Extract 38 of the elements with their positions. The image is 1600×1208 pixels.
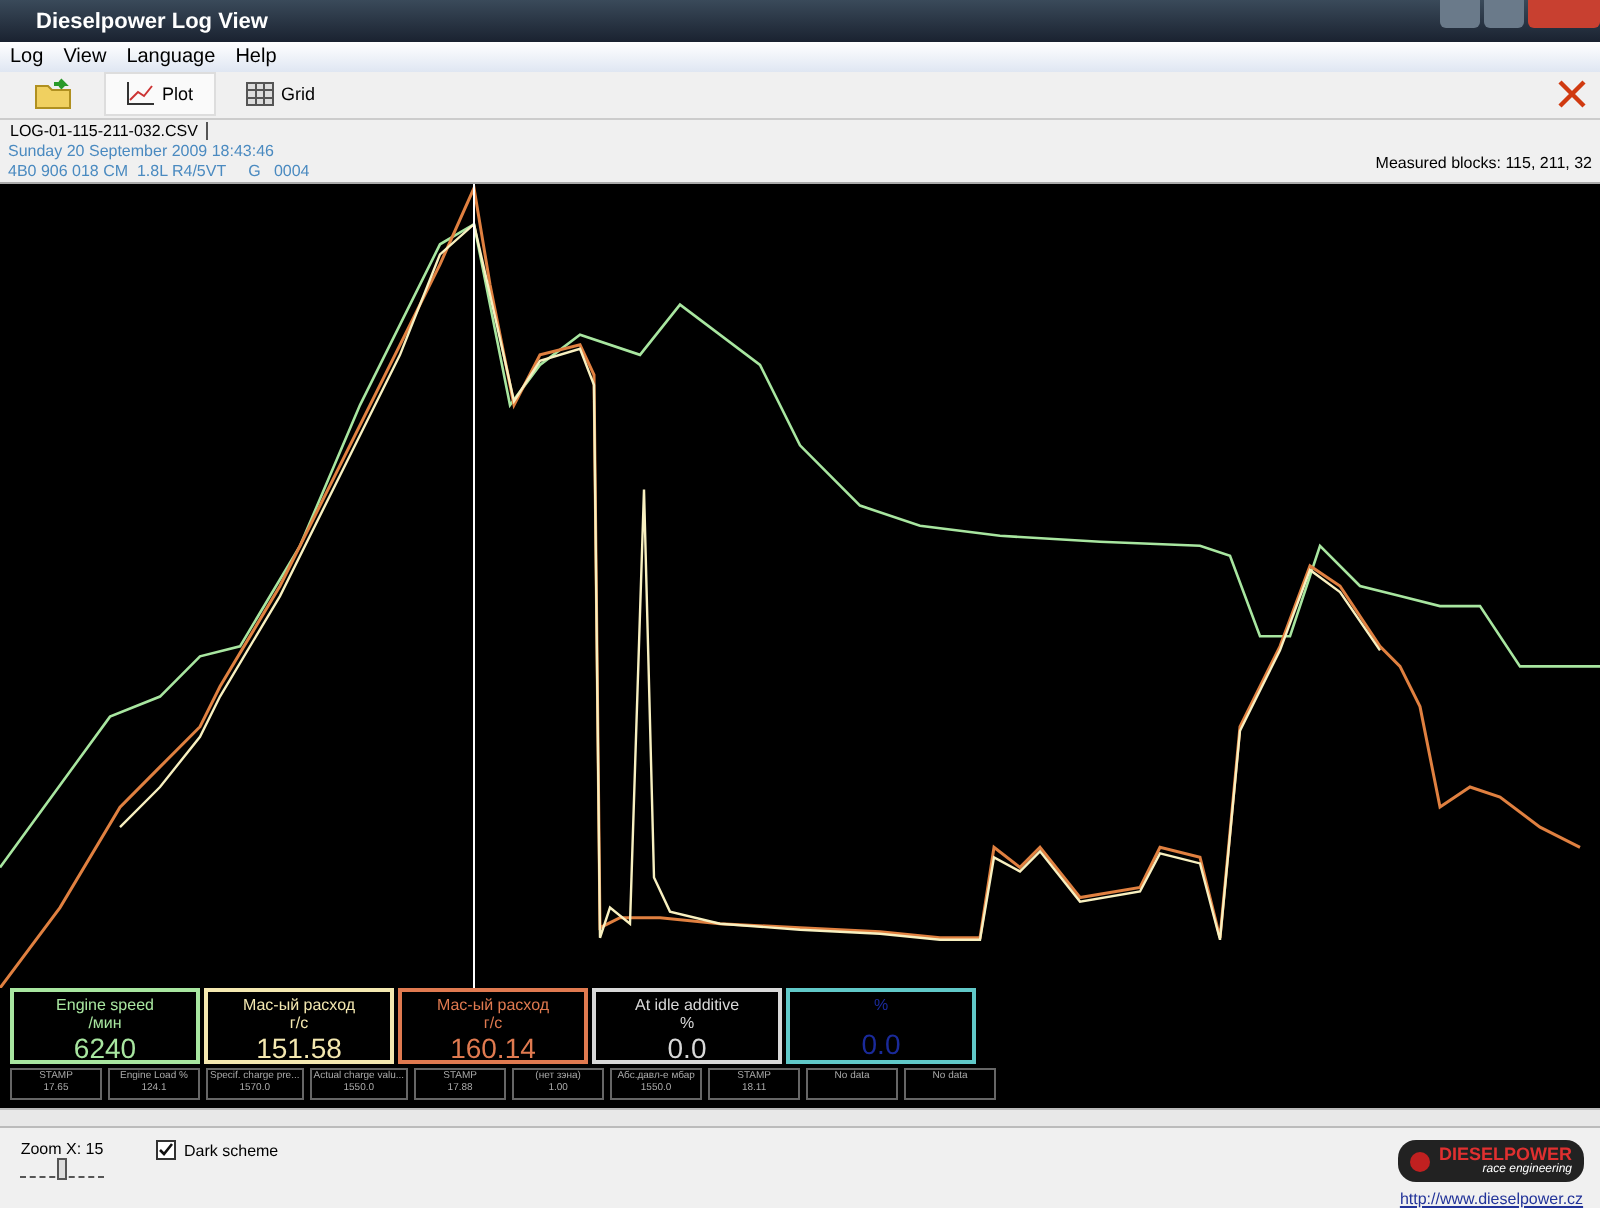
gauge-label: Мас-ый расход <box>436 996 550 1015</box>
grid-tab[interactable]: Grid <box>223 72 338 117</box>
menu-item[interactable]: Log <box>10 45 44 68</box>
gauge-unit: г/с <box>289 1014 309 1033</box>
plot-tab[interactable]: Plot <box>104 72 216 117</box>
gauge-value: 6240 <box>73 1032 137 1065</box>
dark-scheme-checkbox[interactable] <box>156 1140 176 1160</box>
zoom-label: Zoom X: 15 <box>20 1140 104 1158</box>
grid-icon <box>245 82 274 107</box>
chart-icon <box>126 82 154 107</box>
logo-mark-icon <box>1410 1151 1431 1171</box>
window-title: Dieselpower Log View <box>36 9 270 34</box>
folder-icon <box>34 78 74 111</box>
ecu-info: 4B0 906 018 CM 1.8L R4/5VT G 0004 <box>8 162 310 183</box>
gauge-unit: /мин <box>88 1014 122 1033</box>
menu-item[interactable]: View <box>63 45 107 68</box>
gauge-unit: % <box>873 996 889 1015</box>
menu-item[interactable]: Help <box>235 45 277 68</box>
close-icon[interactable] <box>1556 78 1588 111</box>
gauge-unit: г/с <box>483 1014 503 1033</box>
zoom-slider-track[interactable] <box>20 1164 104 1178</box>
zoom-slider-thumb[interactable] <box>57 1158 67 1180</box>
gauge-label: Мас-ый расход <box>242 996 356 1015</box>
measured-blocks: Measured blocks: 115, 211, 32 <box>1375 153 1592 172</box>
gauge-label: Engine speed <box>56 996 154 1015</box>
gauge-unit: % <box>679 1014 695 1033</box>
gauge-value: 0.0 <box>667 1032 707 1065</box>
file-tab[interactable]: LOG-01-115-211-032.CSV <box>10 121 208 140</box>
gauge-value: 151.58 <box>256 1032 342 1065</box>
logo-name: DIESELPOWER <box>1438 1144 1572 1164</box>
gauge-value: 160.14 <box>450 1032 536 1065</box>
gauge-label: At idle additive <box>634 996 740 1015</box>
log-date: Sunday 20 September 2009 18:43:46 <box>8 142 276 163</box>
menu-item[interactable]: Language <box>126 45 216 68</box>
horizontal-scrollbar[interactable] <box>0 1108 1600 1128</box>
gauge-value: 0.0 <box>861 1028 901 1061</box>
website-link[interactable]: http://www.dieselpower.cz <box>1399 1190 1584 1208</box>
dark-scheme-label: Dark scheme <box>184 1141 279 1159</box>
